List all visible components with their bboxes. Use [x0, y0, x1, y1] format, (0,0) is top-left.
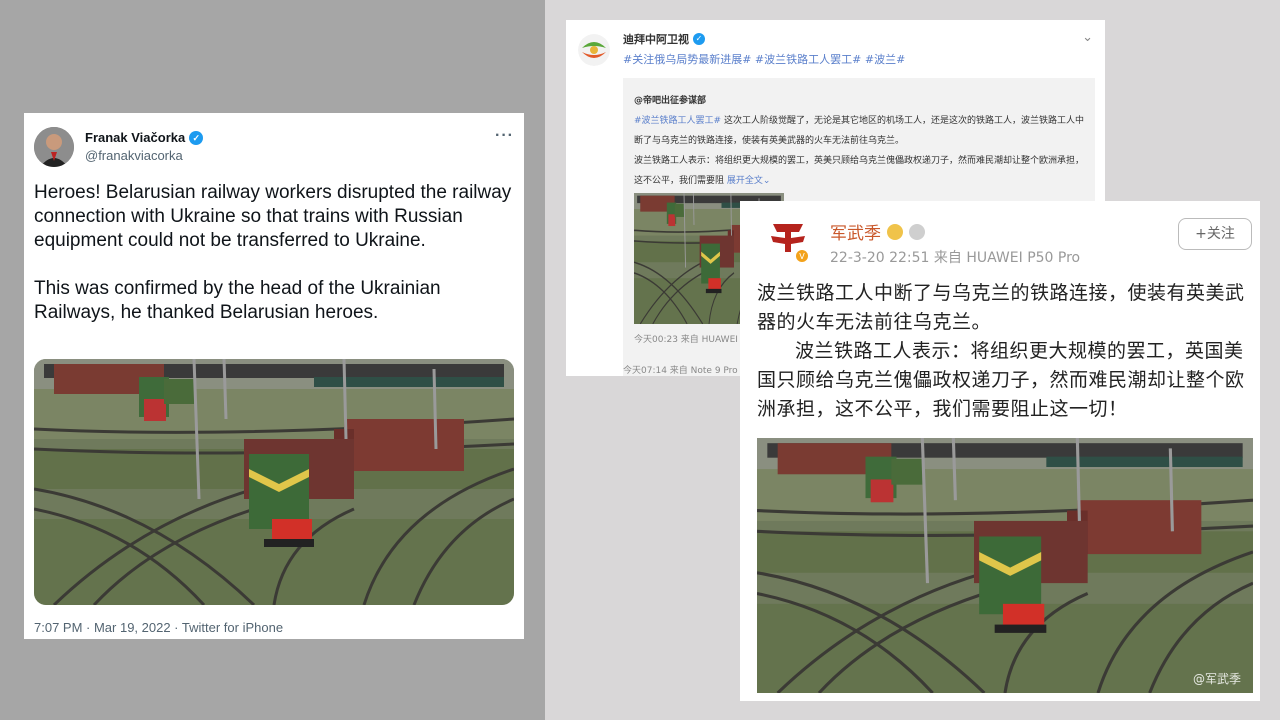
post-meta: 今天07:14 来自 Note 9 Pro [623, 366, 738, 376]
svg-text:V: V [799, 252, 805, 261]
tweet-photo[interactable] [34, 359, 514, 605]
quoted-hashtag[interactable]: #波兰铁路工人罢工# [634, 116, 721, 126]
verified-icon: ✓ [189, 130, 204, 145]
account-name[interactable]: 军武季 [830, 219, 925, 244]
photo-watermark: @军武季 [1192, 672, 1241, 686]
account-name[interactable]: 迪拜中阿卫视 ✓ [623, 31, 705, 47]
tweet-card: Franak Viačorka ✓ @franakviacorka ··· He… [24, 113, 524, 639]
tweet-paragraph-2: This was confirmed by the head of the Uk… [34, 278, 441, 323]
hashtags[interactable]: #关注俄乌局势最新进展# #波兰铁路工人罢工# #波兰# [623, 51, 905, 67]
quoted-text: #波兰铁路工人罢工# 这次工人阶级觉醒了，无论是其它地区的机场工人，还是这次的铁… [634, 111, 1084, 191]
quoted-author[interactable]: @帝吧出征参谋部 [634, 93, 706, 106]
tweet-text: Heroes! Belarusian railway workers disru… [34, 181, 514, 325]
medal-badge-icon [909, 223, 925, 240]
tweet-paragraph-1: Heroes! Belarusian railway workers disru… [34, 182, 512, 251]
tweet-timestamp[interactable]: 7:07 PM · Mar 19, 2022 · Twitter for iPh… [34, 620, 283, 635]
post-paragraph-1: 波兰铁路工人中断了与乌克兰的铁路连接，使装有英美武器的火车无法前往乌克兰。 [757, 282, 1245, 333]
crown-badge-icon [887, 223, 903, 240]
post-photo[interactable]: @军武季 [757, 438, 1253, 693]
quoted-text-line-2: 波兰铁路工人表示：将组织更大规模的罢工，英美只顾给乌克兰傀儡政权递刀子，然而难民… [634, 156, 1085, 186]
weibo-post-2: V 军武季 22-3-20 22:51 来自 HUAWEI P50 Pro +关… [740, 201, 1260, 701]
expand-full-text-link[interactable]: 展开全文⌄ [727, 176, 771, 186]
user-handle[interactable]: @franakviacorka [85, 148, 183, 163]
verified-icon: ✓ [693, 33, 705, 45]
quoted-meta: 今天00:23 来自 HUAWEI [634, 335, 738, 345]
more-options-icon[interactable]: ··· [495, 127, 514, 145]
display-name-text: Franak Viačorka [85, 130, 186, 145]
display-name[interactable]: Franak Viačorka ✓ [85, 130, 204, 145]
chevron-down-icon[interactable]: ⌄ [1082, 30, 1093, 45]
post-text: 波兰铁路工人中断了与乌克兰的铁路连接，使装有英美武器的火车无法前往乌克兰。 波兰… [757, 279, 1247, 424]
post-paragraph-2: 波兰铁路工人表示：将组织更大规模的罢工，英国美国只顾给乌克兰傀儡政权递刀子，然而… [757, 340, 1245, 420]
avatar[interactable]: V [765, 216, 811, 264]
account-name-text: 军武季 [830, 224, 881, 244]
avatar[interactable] [34, 127, 74, 167]
follow-button[interactable]: +关注 [1178, 218, 1252, 250]
avatar[interactable] [578, 34, 610, 66]
account-name-text: 迪拜中阿卫视 [623, 33, 689, 46]
post-timestamp: 22-3-20 22:51 来自 HUAWEI P50 Pro [830, 250, 1081, 266]
